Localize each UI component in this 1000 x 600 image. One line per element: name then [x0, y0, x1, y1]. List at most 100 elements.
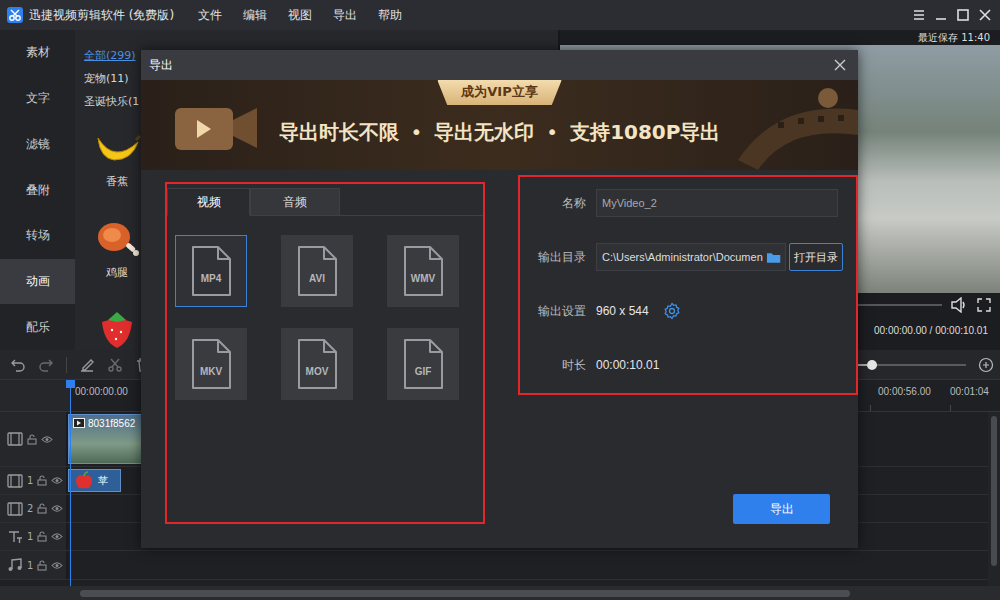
sidebar-item[interactable]: 文字: [0, 76, 75, 122]
eye-icon[interactable]: [51, 532, 63, 541]
zoom-in-icon[interactable]: [978, 357, 994, 373]
app-title: 迅捷视频剪辑软件 (免费版): [29, 7, 174, 24]
track-header: 1: [0, 523, 68, 550]
eye-icon[interactable]: [51, 504, 63, 513]
sidebar-item[interactable]: 滤镜: [0, 121, 75, 167]
directory-input[interactable]: C:\Users\Administrator\Documen: [596, 243, 786, 271]
dialog-title: 导出: [149, 57, 173, 74]
format-panel: 视频音频 MP4 AVI WMV MKV MOV GIF: [165, 182, 485, 524]
duration-value: 00:00:10.01: [596, 358, 659, 372]
export-button[interactable]: 导出: [733, 494, 830, 524]
eye-icon[interactable]: [41, 435, 53, 444]
menu-item[interactable]: 帮助: [378, 7, 402, 24]
dialog-header: 导出: [141, 50, 858, 80]
menu-item[interactable]: 编辑: [243, 7, 267, 24]
vip-feature: 支持1080P导出: [570, 119, 720, 146]
lock-icon[interactable]: [37, 560, 47, 571]
field-label: 名称: [520, 195, 586, 212]
volume-icon[interactable]: [950, 297, 968, 313]
banana-icon: [92, 120, 142, 170]
menu-item[interactable]: 文件: [198, 7, 222, 24]
film-track-icon: [7, 432, 23, 446]
track: 1: [0, 551, 988, 580]
library-item-label: 香蕉: [106, 174, 128, 189]
dialog-close-icon[interactable]: [834, 59, 846, 71]
sidebar-item[interactable]: 转场: [0, 213, 75, 259]
format-option[interactable]: WMV: [387, 235, 459, 307]
output-settings: 名称 MyVideo_2 输出目录 C:\Users\Administrator…: [518, 175, 858, 395]
close-icon[interactable]: [978, 8, 992, 22]
sidebar-item[interactable]: 素材: [0, 30, 75, 76]
edit-icon[interactable]: [79, 357, 95, 373]
track-number: 1: [27, 531, 33, 542]
library-item[interactable]: 香蕉: [90, 120, 144, 189]
menu-icon[interactable]: [912, 8, 926, 22]
format-label: GIF: [400, 366, 446, 377]
playhead[interactable]: [70, 380, 71, 586]
text-track-icon: [7, 530, 23, 544]
clip-label: 8031f8562: [88, 418, 135, 429]
undo-icon[interactable]: [10, 357, 26, 373]
feature-separator: •: [411, 120, 423, 144]
menu-item[interactable]: 视图: [288, 7, 312, 24]
format-tab[interactable]: 音频: [250, 188, 340, 216]
film-track-icon: [7, 474, 23, 488]
sidebar: 素材文字滤镜叠附转场动画配乐: [0, 30, 75, 350]
folder-icon[interactable]: [766, 251, 781, 264]
minimize-icon[interactable]: [934, 8, 948, 22]
format-label: AVI: [294, 273, 340, 284]
track-number: 1: [27, 475, 33, 486]
format-option[interactable]: MKV: [175, 328, 247, 400]
vip-feature: 导出无水印: [434, 119, 534, 146]
format-tab[interactable]: 视频: [167, 188, 250, 216]
lock-icon[interactable]: [27, 434, 37, 445]
format-label: WMV: [400, 273, 446, 284]
file-icon: [188, 244, 234, 298]
resolution-value: 960 x 544: [596, 304, 649, 318]
eye-icon[interactable]: [51, 561, 63, 570]
format-option[interactable]: MOV: [281, 328, 353, 400]
lock-icon[interactable]: [37, 531, 47, 542]
menu-item[interactable]: 导出: [333, 7, 357, 24]
field-label: 时长: [520, 357, 586, 374]
format-label: MOV: [294, 366, 340, 377]
film-reel-icon: [718, 80, 858, 170]
title-bar: 迅捷视频剪辑软件 (免费版) 文件 编辑 视图 导出 帮助: [0, 0, 1000, 30]
drumstick-icon: [92, 211, 142, 261]
field-label: 输出设置: [520, 303, 586, 320]
timeline-clip[interactable]: 苹: [68, 469, 121, 492]
app-window: 迅捷视频剪辑软件 (免费版) 文件编辑视图导出帮助 素材文字滤镜叠附转场动画配乐…: [0, 0, 1000, 600]
lock-icon[interactable]: [37, 503, 47, 514]
name-input[interactable]: MyVideo_2: [596, 189, 838, 217]
camera-icon: [165, 90, 265, 160]
format-option[interactable]: MP4: [175, 235, 247, 307]
track-header: 2: [0, 495, 68, 522]
apple-thumbnail-icon: [73, 471, 95, 491]
library-item[interactable]: [90, 302, 144, 352]
strawberry-icon: [92, 302, 142, 352]
vip-features: 导出时长不限• 导出无水印• 支持1080P导出: [279, 119, 721, 146]
horizontal-scrollbar[interactable]: [0, 586, 1000, 600]
track-header: 1: [0, 467, 68, 494]
vertical-scrollbar[interactable]: [988, 412, 1000, 586]
field-label: 输出目录: [520, 249, 586, 266]
open-directory-button[interactable]: 打开目录: [789, 243, 843, 271]
format-tabs: 视频音频: [167, 188, 483, 216]
redo-icon[interactable]: [38, 357, 54, 373]
eye-icon[interactable]: [51, 476, 63, 485]
file-icon: [294, 337, 340, 391]
vip-feature: 导出时长不限: [279, 119, 399, 146]
fullscreen-icon[interactable]: [976, 297, 992, 313]
vip-banner[interactable]: 成为VIP立享 导出时长不限• 导出无水印• 支持1080P导出: [141, 80, 858, 170]
sidebar-item[interactable]: 叠附: [0, 167, 75, 213]
lock-icon[interactable]: [37, 475, 47, 486]
format-option[interactable]: AVI: [281, 235, 353, 307]
maximize-icon[interactable]: [956, 8, 970, 22]
sidebar-item[interactable]: 动画: [0, 259, 75, 305]
cut-icon[interactable]: [107, 357, 123, 373]
gear-icon[interactable]: [663, 302, 681, 320]
sidebar-item[interactable]: 配乐: [0, 304, 75, 350]
export-dialog: 导出 成为VIP立享 导出时长不限• 导出无水印• 支持1080P导出 视频音频…: [141, 50, 858, 548]
library-item[interactable]: 鸡腿: [90, 211, 144, 280]
format-option[interactable]: GIF: [387, 328, 459, 400]
